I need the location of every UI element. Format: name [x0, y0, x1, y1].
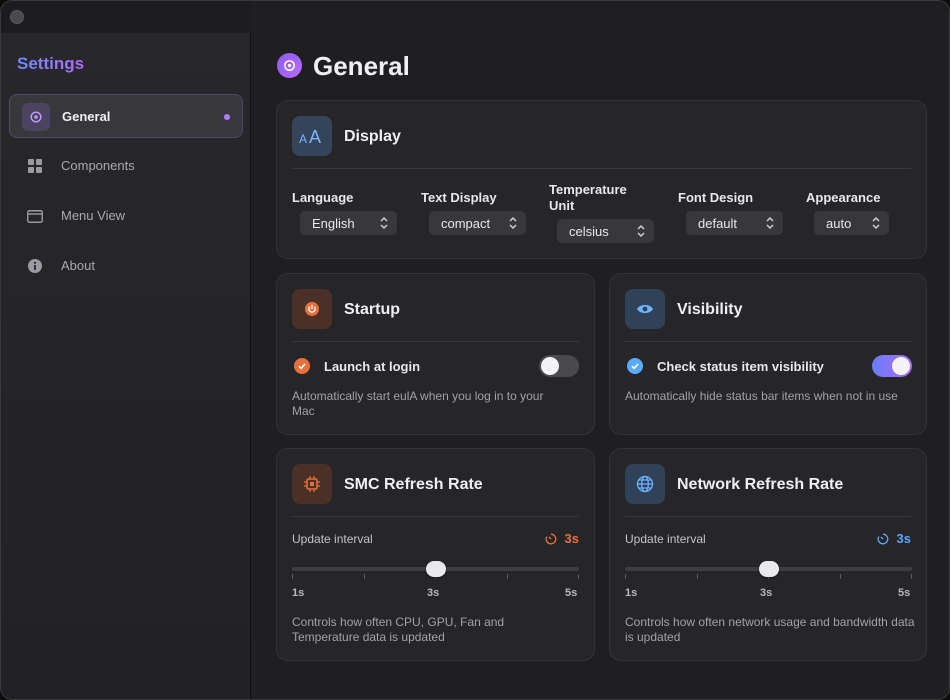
- timer-icon: [877, 533, 888, 544]
- text-display-select[interactable]: compact: [429, 211, 526, 235]
- select-value: default: [698, 215, 738, 231]
- sidebar-title: Settings: [17, 54, 85, 73]
- sidebar-item-label: Components: [61, 158, 135, 173]
- chevron-up-down-icon: [872, 216, 880, 230]
- network-slider-thumb[interactable]: [758, 561, 779, 577]
- settings-window: Settings General Components Menu View Ab…: [0, 0, 950, 700]
- divider: [625, 516, 911, 517]
- display-title: Display: [344, 128, 401, 145]
- chevron-up-down-icon: [380, 216, 388, 230]
- update-interval-label: Update interval: [625, 532, 706, 546]
- text-display-label: Text Display: [421, 190, 497, 205]
- smc-refresh-card: SMC Refresh Rate Update interval 3s 1s 3…: [276, 448, 595, 661]
- globe-icon: [625, 464, 665, 504]
- appearance-select[interactable]: auto: [814, 211, 889, 235]
- svg-text:A: A: [309, 127, 321, 145]
- smc-description: Controls how often CPU, GPU, Fan and Tem…: [292, 615, 505, 644]
- chip-icon: [292, 464, 332, 504]
- update-interval-label: Update interval: [292, 532, 373, 546]
- sidebar-item-components[interactable]: Components: [9, 144, 243, 188]
- select-value: English: [312, 215, 355, 231]
- startup-description: Automatically start eulA when you log in…: [292, 389, 544, 418]
- titlebar: [1, 1, 251, 33]
- temperature-unit-label: Temperature Unit: [549, 182, 627, 213]
- language-select[interactable]: English: [300, 211, 397, 235]
- visibility-title: Visibility: [677, 301, 743, 318]
- min-label: 1s: [625, 587, 638, 599]
- select-value: compact: [441, 215, 491, 231]
- check-visibility-toggle[interactable]: [872, 355, 912, 377]
- appearance-label: Appearance: [806, 190, 881, 205]
- sidebar: Settings General Components Menu View Ab…: [1, 1, 251, 699]
- text-size-icon: AA: [292, 116, 332, 156]
- divider: [625, 341, 911, 342]
- eye-icon: [625, 289, 665, 329]
- startup-title: Startup: [344, 301, 400, 318]
- sidebar-nav: General Components Menu View About: [9, 94, 243, 294]
- chevron-up-down-icon: [766, 216, 774, 230]
- power-icon: [292, 289, 332, 329]
- mid-label: 3s: [427, 587, 440, 599]
- timer-icon: [545, 533, 556, 544]
- window-close-button[interactable]: [10, 10, 24, 24]
- toggle-knob: [892, 357, 910, 375]
- select-value: auto: [826, 215, 852, 231]
- network-refresh-card: Network Refresh Rate Update interval 3s …: [609, 448, 927, 661]
- interval-value-text: 3s: [564, 531, 579, 546]
- chevron-up-down-icon: [637, 224, 645, 238]
- main-content: General AA Display Language English Text…: [252, 1, 949, 699]
- chevron-up-down-icon: [509, 216, 517, 230]
- toggle-knob: [541, 357, 559, 375]
- gear-icon: [277, 53, 302, 78]
- select-value: celsius: [569, 223, 609, 239]
- update-interval-value: 3s: [545, 531, 579, 546]
- min-label: 1s: [292, 587, 305, 599]
- visibility-card: Visibility Check status item visibility …: [609, 273, 927, 435]
- sidebar-item-about[interactable]: About: [9, 244, 243, 288]
- sidebar-item-label: About: [61, 258, 95, 273]
- launch-at-login-label: Launch at login: [324, 359, 421, 374]
- font-design-label: Font Design: [678, 190, 754, 205]
- info-icon: [21, 252, 49, 280]
- gear-icon: [22, 103, 50, 131]
- smc-slider-thumb[interactable]: [425, 561, 446, 577]
- divider: [292, 341, 579, 342]
- mid-label: 3s: [760, 587, 773, 599]
- language-label: Language: [292, 190, 354, 205]
- startup-card: Startup Launch at login Automatically st…: [276, 273, 595, 435]
- display-card: AA Display Language English Text Display…: [276, 100, 927, 259]
- page-title: General: [313, 51, 410, 81]
- active-indicator-dot: [224, 114, 230, 120]
- sidebar-item-menu-view[interactable]: Menu View: [9, 194, 243, 238]
- interval-value-text: 3s: [896, 531, 911, 546]
- divider: [292, 516, 579, 517]
- network-title: Network Refresh Rate: [677, 476, 844, 493]
- max-label: 5s: [898, 587, 911, 599]
- sidebar-item-label: Menu View: [61, 208, 126, 223]
- network-description: Controls how often network usage and ban…: [625, 615, 915, 644]
- font-design-select[interactable]: default: [686, 211, 783, 235]
- svg-text:A: A: [299, 132, 307, 145]
- window-icon: [21, 202, 49, 230]
- visibility-description: Automatically hide status bar items when…: [625, 389, 898, 403]
- max-label: 5s: [565, 587, 578, 599]
- grid-icon: [21, 152, 49, 180]
- check-visibility-label: Check status item visibility: [657, 359, 824, 374]
- launch-at-login-toggle[interactable]: [539, 355, 579, 377]
- smc-title: SMC Refresh Rate: [344, 476, 483, 493]
- checkmark-icon: [294, 358, 310, 374]
- update-interval-value: 3s: [877, 531, 911, 546]
- sidebar-item-label: General: [62, 109, 111, 124]
- checkmark-icon: [627, 358, 643, 374]
- sidebar-item-general[interactable]: General: [9, 94, 243, 138]
- temperature-unit-select[interactable]: celsius: [557, 219, 654, 243]
- divider: [292, 168, 911, 169]
